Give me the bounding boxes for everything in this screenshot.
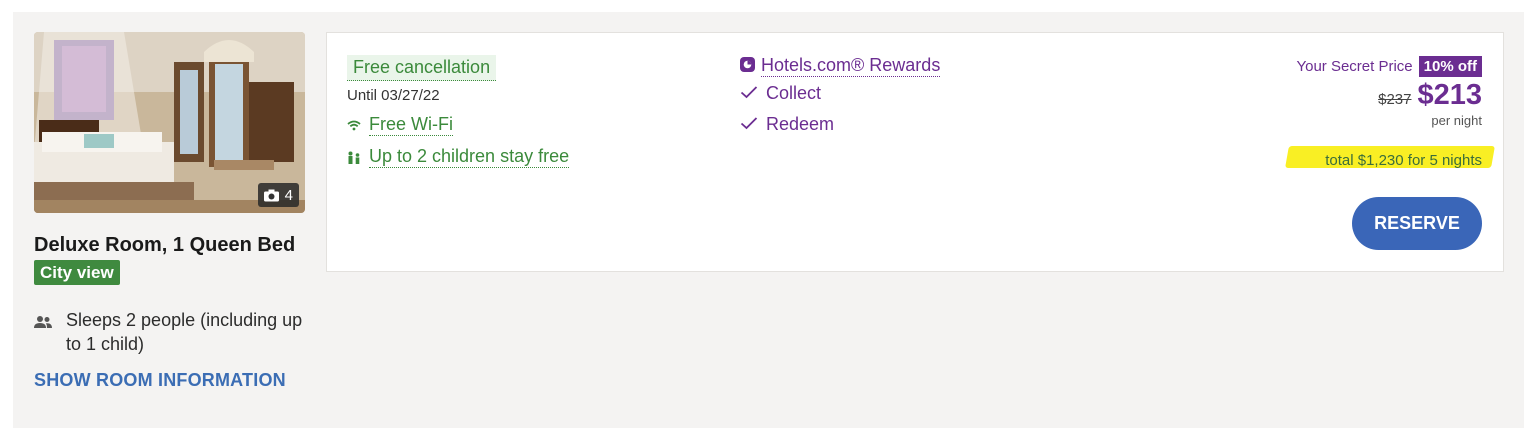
amenity-wifi[interactable]: Free Wi-Fi xyxy=(347,114,569,136)
secret-price-row: Your Secret Price 10% off xyxy=(1082,56,1482,77)
discount-badge: 10% off xyxy=(1418,56,1482,77)
sleeps-info: Sleeps 2 people (including up to 1 child… xyxy=(34,308,304,356)
sleeps-text: Sleeps 2 people (including up to 1 child… xyxy=(66,310,303,354)
cancellation-column: Free cancellation Until 03/27/22 Free Wi… xyxy=(347,55,570,168)
people-icon xyxy=(34,308,54,356)
reserve-button[interactable]: RESERVE xyxy=(1352,197,1482,250)
price-line: $237 $213 xyxy=(1082,79,1482,112)
original-price: $237 xyxy=(1378,91,1412,108)
current-price: $213 xyxy=(1417,79,1482,111)
per-night-label: per night xyxy=(1431,113,1482,128)
amenity-children[interactable]: Up to 2 children stay free xyxy=(347,146,570,168)
checkmark-icon xyxy=(740,83,758,104)
rewards-label: Hotels.com® Rewards xyxy=(761,55,941,77)
family-icon xyxy=(347,151,361,164)
camera-icon xyxy=(263,189,279,202)
cancel-until-date: Until 03/27/22 xyxy=(347,87,440,104)
rewards-icon xyxy=(740,56,755,77)
amenity-label: Free Wi-Fi xyxy=(369,114,453,136)
photo-count-badge[interactable]: 4 xyxy=(257,183,299,207)
price-column: Your Secret Price 10% off $237 $213 per … xyxy=(1082,56,1482,128)
view-badge: City view xyxy=(34,260,120,285)
checkmark-icon xyxy=(740,114,758,135)
free-cancellation-label[interactable]: Free cancellation xyxy=(347,55,497,81)
amenity-label: Up to 2 children stay free xyxy=(369,146,570,168)
rewards-item-label: Redeem xyxy=(766,114,835,134)
rewards-link[interactable]: Hotels.com® Rewards xyxy=(740,55,941,77)
room-title: Deluxe Room, 1 Queen Bed xyxy=(34,234,296,256)
rewards-column: Hotels.com® Rewards Collect Redeem xyxy=(740,55,941,135)
rewards-collect: Collect xyxy=(740,83,940,104)
total-price: total $1,230 for 5 nights xyxy=(1325,152,1482,169)
photo-count: 4 xyxy=(284,186,293,204)
show-room-information-link[interactable]: SHOW ROOM INFORMATION xyxy=(34,370,286,391)
secret-price-label: Your Secret Price xyxy=(1296,58,1413,75)
wifi-icon xyxy=(347,120,361,131)
rewards-redeem: Redeem xyxy=(740,114,940,135)
rewards-item-label: Collect xyxy=(766,83,822,103)
room-photo[interactable]: 4 xyxy=(34,32,305,213)
